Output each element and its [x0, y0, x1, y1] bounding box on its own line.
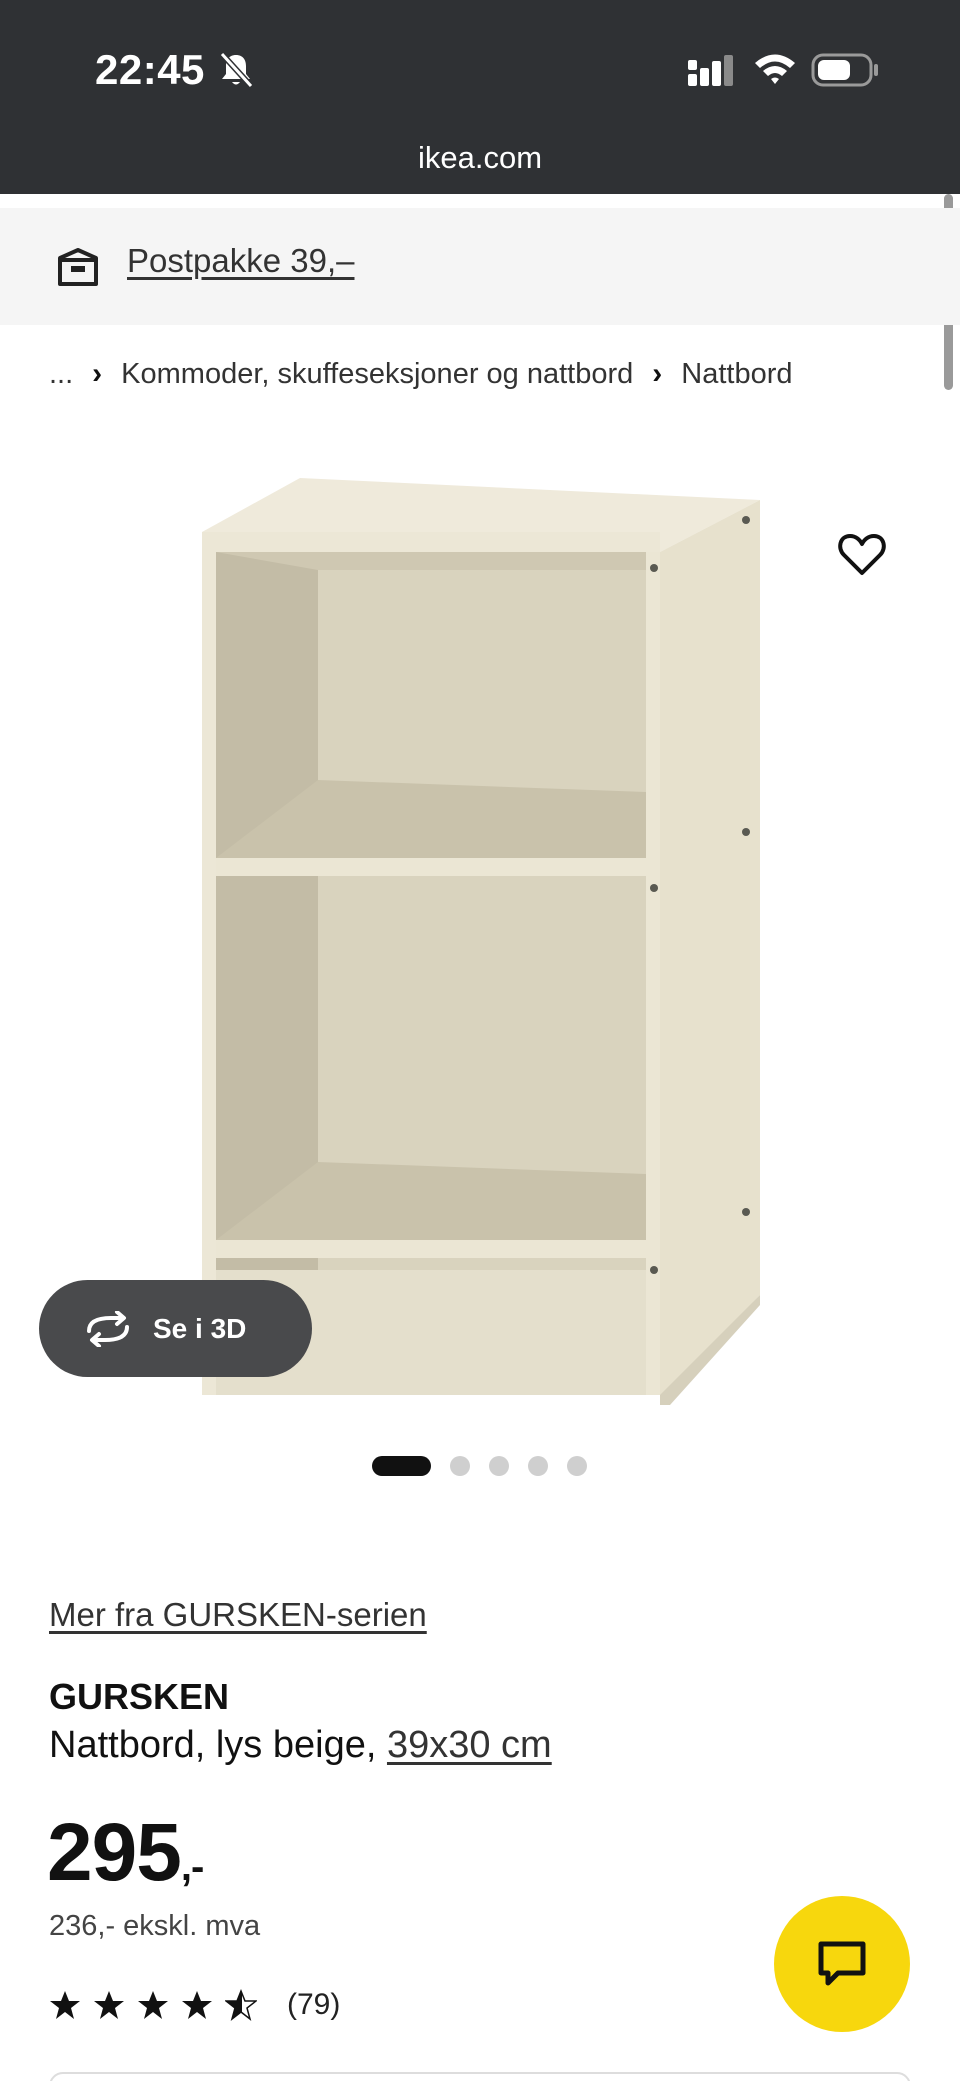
- browser-top-bar: 22:45 ikea.com: [0, 0, 960, 194]
- price-suffix: ,-: [180, 1845, 204, 1889]
- product-name: GURSKEN: [49, 1676, 230, 1717]
- price-excluding-vat: 236,- ekskl. mva: [49, 1910, 261, 1942]
- product-image[interactable]: [190, 470, 770, 1410]
- delivery-option-link[interactable]: Postpakke 39,–: [127, 242, 355, 280]
- chat-button[interactable]: [774, 1896, 910, 2032]
- view-in-3d-label: Se i 3D: [153, 1312, 247, 1344]
- product-price: 295,-: [47, 1806, 204, 1900]
- image-carousel-dots: [372, 1456, 606, 1476]
- star-half-icon: [225, 1989, 257, 2021]
- next-section-card: [49, 2072, 911, 2081]
- signal-icon: [688, 55, 733, 86]
- battery-icon: [811, 53, 878, 87]
- rotate-icon: [87, 1310, 129, 1347]
- product-description: Nattbord, lys beige, 39x30 cm: [49, 1724, 552, 1767]
- carousel-dot[interactable]: [372, 1456, 431, 1476]
- series-link[interactable]: Mer fra GURSKEN-serien: [49, 1596, 427, 1634]
- chevron-right-icon: ›: [652, 357, 663, 390]
- product-rating[interactable]: (79): [49, 1988, 340, 2022]
- bell-slash-icon: [219, 51, 254, 89]
- chevron-right-icon: ›: [92, 357, 103, 390]
- star-filled-icon: [182, 1991, 212, 2019]
- wifi-icon: [755, 54, 795, 84]
- breadcrumb: ... › Kommoder, skuffeseksjoner og nattb…: [49, 357, 793, 391]
- chat-bubble-icon: [818, 1941, 866, 1986]
- carousel-dot[interactable]: [489, 1456, 509, 1476]
- star-filled-icon: [138, 1991, 168, 2019]
- product-size-link[interactable]: 39x30 cm: [387, 1724, 552, 1766]
- url-bar[interactable]: ikea.com: [0, 140, 960, 176]
- carousel-dot[interactable]: [567, 1456, 587, 1476]
- breadcrumb-item-kommoder[interactable]: Kommoder, skuffeseksjoner og nattbord: [121, 358, 633, 391]
- star-filled-icon: [50, 1991, 80, 2019]
- review-count: (79): [287, 1988, 341, 2021]
- heart-outline-icon[interactable]: [836, 528, 888, 580]
- breadcrumb-item-ellipsis[interactable]: ...: [49, 358, 73, 391]
- star-filled-icon: [94, 1991, 124, 2019]
- delivery-box-icon: [58, 248, 98, 286]
- carousel-dot[interactable]: [450, 1456, 470, 1476]
- price-value: 295: [47, 1807, 182, 1898]
- breadcrumb-item-nattbord[interactable]: Nattbord: [681, 358, 792, 391]
- view-in-3d-button[interactable]: Se i 3D: [39, 1280, 312, 1377]
- product-type-label: Nattbord, lys beige,: [49, 1724, 387, 1766]
- carousel-dot[interactable]: [528, 1456, 548, 1476]
- status-time: 22:45: [95, 46, 205, 93]
